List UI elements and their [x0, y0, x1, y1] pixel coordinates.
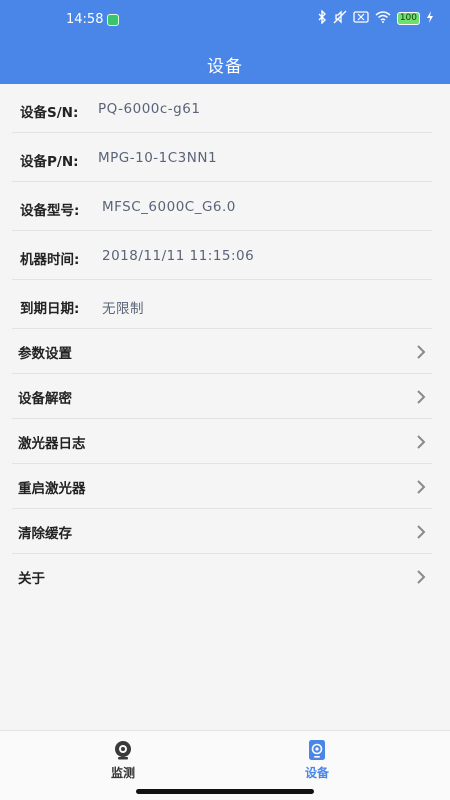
sn-value: PQ-6000c-g61 — [98, 101, 201, 117]
status-icons: 100 — [317, 9, 434, 27]
chevron-right-icon — [417, 390, 426, 404]
battery-icon: 100 — [396, 12, 420, 25]
pn-value: MPG-10-1C3NN1 — [98, 150, 218, 166]
device-info-list: 设备S/N: PQ-6000c-g61 设备P/N: MPG-10-1C3NN1… — [0, 84, 450, 599]
info-row-pn: 设备P/N: MPG-10-1C3NN1 — [12, 133, 432, 182]
menu-item-label: 清除缓存 — [18, 526, 72, 542]
menu-item-label: 参数设置 — [18, 346, 72, 362]
tab-monitor[interactable]: 监测 — [78, 739, 168, 781]
menu-item-about[interactable]: 关于 — [12, 554, 432, 599]
expiry-value: 无限制 — [102, 301, 144, 317]
model-value: MFSC_6000C_G6.0 — [102, 199, 236, 215]
notification-icon — [107, 14, 119, 26]
info-row-model: 设备型号: MFSC_6000C_G6.0 — [12, 182, 432, 231]
page-title: 设备 — [207, 57, 243, 77]
model-label: 设备型号: — [20, 203, 80, 219]
pn-label: 设备P/N: — [20, 154, 79, 170]
chevron-right-icon — [417, 525, 426, 539]
status-bar: 14:58 100 — [0, 0, 450, 40]
menu-item-label: 设备解密 — [18, 391, 72, 407]
menu-item-laser-log[interactable]: 激光器日志 — [12, 419, 432, 464]
device-icon — [309, 740, 325, 760]
chevron-right-icon — [417, 345, 426, 359]
info-row-sn: 设备S/N: PQ-6000c-g61 — [12, 84, 432, 133]
charging-icon — [426, 11, 434, 26]
tab-label: 设备 — [304, 766, 329, 780]
machine-time-value: 2018/11/11 11:15:06 — [102, 248, 255, 264]
menu-item-label: 激光器日志 — [18, 436, 86, 452]
camera-icon — [115, 741, 131, 760]
info-row-expiry: 到期日期: 无限制 — [12, 280, 432, 329]
sn-label: 设备S/N: — [20, 105, 79, 121]
menu-item-device-decrypt[interactable]: 设备解密 — [12, 374, 432, 419]
bluetooth-icon — [317, 9, 327, 27]
menu-item-label: 关于 — [18, 571, 45, 587]
wifi-icon — [375, 11, 391, 26]
menu-item-clear-cache[interactable]: 清除缓存 — [12, 509, 432, 554]
chevron-right-icon — [417, 480, 426, 494]
chevron-right-icon — [417, 570, 426, 584]
expiry-label: 到期日期: — [20, 301, 80, 317]
chevron-right-icon — [417, 435, 426, 449]
menu-item-restart-laser[interactable]: 重启激光器 — [12, 464, 432, 509]
mute-icon — [333, 10, 347, 27]
menu-item-label: 重启激光器 — [18, 481, 86, 497]
sim-off-icon — [353, 11, 369, 26]
menu-item-parameter-settings[interactable]: 参数设置 — [12, 329, 432, 374]
home-indicator[interactable] — [136, 789, 314, 794]
status-time: 14:58 — [66, 12, 104, 27]
tab-device[interactable]: 设备 — [272, 739, 362, 781]
info-row-machine-time: 机器时间: 2018/11/11 11:15:06 — [12, 231, 432, 280]
machine-time-label: 机器时间: — [20, 252, 80, 268]
tab-label: 监测 — [110, 766, 135, 780]
app-header: 14:58 100 设备 — [0, 0, 450, 84]
